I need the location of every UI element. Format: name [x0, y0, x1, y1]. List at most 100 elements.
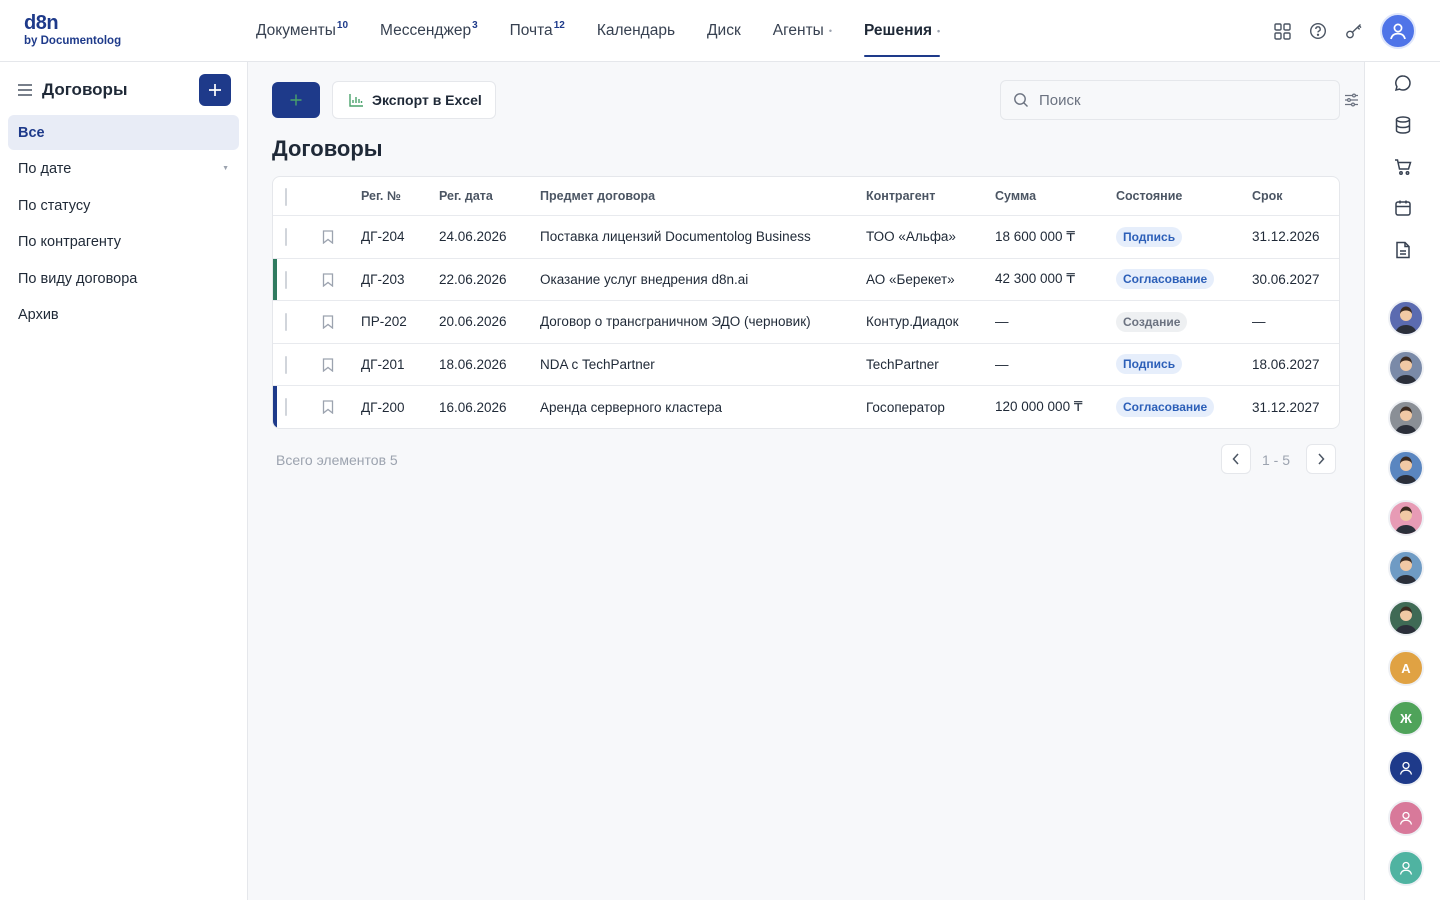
- nav-tab-label: Документы: [256, 22, 336, 39]
- nav-tab-label: Решения: [863, 22, 933, 39]
- prev-page-button[interactable]: [1221, 444, 1251, 474]
- create-button[interactable]: [272, 82, 320, 118]
- column-header-reg_date[interactable]: Рег. дата: [439, 177, 493, 215]
- cell-counterparty: ТОО «Альфа»: [866, 229, 956, 245]
- contact-avatar[interactable]: А: [1388, 650, 1424, 686]
- status-badge: Создание: [1116, 311, 1188, 332]
- nav-tab-6[interactable]: Решения •: [863, 0, 941, 62]
- export-excel-button[interactable]: Экспорт в Excel: [332, 81, 496, 119]
- document-icon[interactable]: [1392, 239, 1414, 261]
- search-input[interactable]: [1039, 91, 1319, 109]
- contact-avatar[interactable]: [1388, 350, 1424, 386]
- row-select-handle[interactable]: [285, 270, 287, 289]
- status-badge: Подпись: [1116, 226, 1183, 247]
- cell-status: Подпись: [1116, 344, 1183, 386]
- table-row[interactable]: ДГ-203 22.06.2026 Оказание услуг внедрения…: [273, 258, 1339, 301]
- column-header-reg_no[interactable]: Рег. №: [361, 177, 401, 215]
- cell-reg_no: ДГ-200: [361, 399, 405, 415]
- bookmark-icon[interactable]: [321, 357, 335, 373]
- nav-tab-4[interactable]: Диск: [707, 0, 741, 62]
- database-icon[interactable]: [1392, 114, 1414, 136]
- sidebar-title: Договоры: [42, 80, 128, 99]
- nav-tab-badge: 12: [553, 19, 565, 31]
- table-row[interactable]: ДГ-200 16.06.2026 Аренда серверного класте…: [273, 386, 1339, 428]
- left-sidebar: Договоры Все По дате ▼ По статусу По контраг…: [0, 62, 248, 900]
- contact-avatar[interactable]: [1388, 400, 1424, 436]
- help-icon[interactable]: [1306, 19, 1330, 43]
- table-row[interactable]: ДГ-204 24.06.2026 Поставка лицензий Docume…: [273, 216, 1339, 259]
- add-contract-button[interactable]: [199, 74, 231, 106]
- page-range: 1 - 5: [1262, 452, 1291, 468]
- sidebar-item-1[interactable]: По дате ▼: [8, 152, 239, 187]
- calendar-icon[interactable]: [1392, 197, 1414, 219]
- nav-tab-label: Почта: [509, 22, 553, 39]
- user-icon: [1399, 861, 1413, 875]
- apps-grid-icon[interactable]: [1270, 19, 1294, 43]
- sidebar-item-3[interactable]: По контрагенту: [8, 225, 239, 260]
- filter-settings-icon[interactable]: [1342, 91, 1360, 109]
- contact-avatar[interactable]: [1388, 500, 1424, 536]
- next-page-button[interactable]: [1306, 444, 1336, 474]
- bookmark-icon[interactable]: [321, 272, 335, 288]
- chat-icon[interactable]: [1392, 72, 1414, 94]
- column-header-status[interactable]: Состояние: [1116, 177, 1182, 215]
- contact-avatar[interactable]: [1388, 300, 1424, 336]
- column-header-counterparty[interactable]: Контрагент: [866, 177, 935, 215]
- contact-avatar[interactable]: [1388, 750, 1424, 786]
- sidebar-item-5[interactable]: Архив: [8, 298, 239, 333]
- contact-avatar[interactable]: Ж: [1388, 700, 1424, 736]
- contact-avatar[interactable]: [1388, 550, 1424, 586]
- sidebar-item-2[interactable]: По статусу: [8, 188, 239, 223]
- user-icon: [1399, 761, 1413, 775]
- cell-amount: —: [995, 356, 1009, 372]
- row-select-handle[interactable]: [285, 355, 287, 374]
- cell-status: Согласование: [1116, 386, 1215, 428]
- contact-avatar[interactable]: [1388, 850, 1424, 886]
- top-bar: d8n by Documentolog Документы 10 Мессендже…: [0, 0, 1440, 62]
- sidebar-item-label: По статусу: [18, 197, 91, 214]
- table-row[interactable]: ПР-202 20.06.2026 Договор о трансграничном…: [273, 301, 1339, 344]
- user-avatar[interactable]: [1380, 13, 1416, 49]
- search-box: [1000, 80, 1340, 120]
- contact-avatar[interactable]: [1388, 450, 1424, 486]
- cell-deadline: 31.12.2026: [1252, 229, 1320, 245]
- cell-deadline: 18.06.2027: [1252, 356, 1320, 372]
- hamburger-menu-icon[interactable]: [16, 81, 34, 99]
- bookmark-icon[interactable]: [321, 399, 335, 415]
- avatar-initial: А: [1401, 660, 1411, 676]
- table-row[interactable]: ДГ-201 18.06.2026 NDA с TechPartner TechPar…: [273, 344, 1339, 386]
- nav-tab-label: Агенты: [772, 22, 824, 39]
- cell-reg_no: ПР-202: [361, 314, 407, 330]
- select-all-handle[interactable]: [285, 188, 287, 206]
- nav-tab-1[interactable]: Мессенджер 3: [380, 0, 478, 62]
- column-header-deadline[interactable]: Срок: [1252, 177, 1283, 215]
- status-badge: Подпись: [1116, 354, 1183, 375]
- row-select-handle[interactable]: [285, 313, 287, 331]
- column-header-subject[interactable]: Предмет договора: [540, 177, 655, 215]
- bookmark-icon[interactable]: [321, 314, 335, 330]
- sidebar-item-0[interactable]: Все: [8, 115, 239, 150]
- row-select-handle[interactable]: [285, 228, 287, 246]
- key-icon[interactable]: [1342, 19, 1366, 43]
- row-select-handle[interactable]: [285, 398, 287, 416]
- nav-tab-3[interactable]: Календарь: [597, 0, 675, 62]
- cell-status: Подпись: [1116, 216, 1183, 258]
- sidebar-item-4[interactable]: По виду договора: [8, 261, 239, 296]
- contact-avatar[interactable]: [1388, 800, 1424, 836]
- nav-tab-2[interactable]: Почта 12: [510, 0, 565, 62]
- cart-icon[interactable]: [1392, 156, 1414, 178]
- nav-tab-5[interactable]: Агенты •: [773, 0, 832, 62]
- chevron-down-icon: ▼: [222, 164, 229, 172]
- app-logo[interactable]: d8n by Documentolog: [24, 13, 134, 49]
- person-photo-icon: [1395, 456, 1417, 484]
- search-icon: [1013, 92, 1029, 108]
- nav-tab-0[interactable]: Документы 10: [256, 0, 348, 62]
- column-header-amount[interactable]: Сумма: [995, 177, 1036, 215]
- cell-subject: Аренда серверного кластера: [540, 399, 723, 415]
- person-photo-icon: [1395, 306, 1417, 334]
- contact-avatar[interactable]: [1388, 600, 1424, 636]
- sidebar-filter-list: Все По дате ▼ По статусу По контрагенту По ви…: [8, 115, 239, 334]
- sidebar-item-label: По контрагенту: [18, 234, 121, 250]
- bookmark-icon[interactable]: [321, 229, 335, 245]
- person-photo-icon: [1395, 606, 1417, 634]
